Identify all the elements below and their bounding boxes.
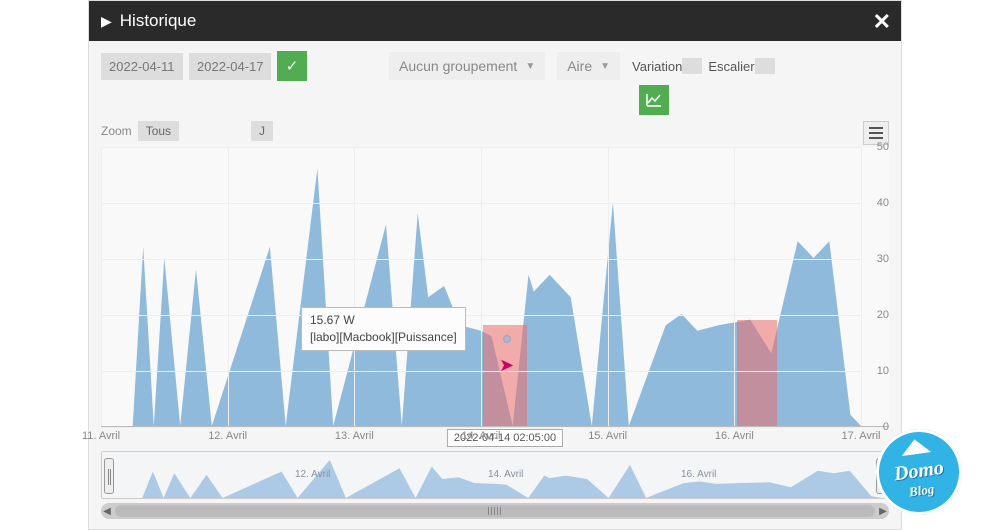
- panel-title: Historique: [120, 11, 197, 31]
- scroll-right-icon[interactable]: ▶: [877, 506, 889, 517]
- main-plot[interactable]: 15.67 W [labo][Macbook][Puissance] ➤ 202…: [101, 147, 889, 427]
- tooltip-series: [labo][Macbook][Puissance]: [310, 329, 457, 346]
- nav-tick: 14. Avril: [488, 469, 523, 480]
- nav-tick: 16. Avril: [681, 469, 716, 480]
- hover-marker: [503, 335, 511, 343]
- cursor-icon: ➤: [499, 355, 514, 376]
- scroll-thumb[interactable]: [115, 505, 875, 517]
- linechart-icon: [646, 93, 662, 107]
- x-tick: 15. Avril: [588, 430, 627, 442]
- navigator[interactable]: 12. Avril 14. Avril 16. Avril: [101, 451, 889, 499]
- horizontal-scrollbar[interactable]: ◀ ▶: [101, 503, 889, 519]
- y-tick: 50: [877, 141, 889, 153]
- date-from-input[interactable]: [101, 53, 183, 80]
- chart-area: Zoom Tous J 15.67 W [labo][Macbook][Puis…: [101, 121, 889, 427]
- panel-header: ▶ Historique ✕: [89, 1, 901, 41]
- navigator-handle-left[interactable]: [104, 458, 114, 494]
- tooltip-value: 15.67 W: [310, 312, 457, 329]
- display-label: Aire: [567, 58, 592, 74]
- y-tick: 30: [877, 253, 889, 265]
- escalier-label: Escalier: [708, 59, 754, 74]
- zoom-label: Zoom: [101, 124, 132, 138]
- caret-down-icon: ▼: [525, 61, 535, 72]
- zoom-all-button[interactable]: Tous: [138, 121, 179, 141]
- x-tick: 13. Avril: [335, 430, 374, 442]
- grouping-select[interactable]: Aucun groupement ▼: [389, 52, 545, 80]
- nav-tick: 12. Avril: [295, 469, 330, 480]
- toolbar: ✓ Aucun groupement ▼ Aire ▼ Variation Es…: [89, 41, 901, 87]
- check-icon: ✓: [286, 57, 299, 75]
- zoom-day-button[interactable]: J: [251, 121, 273, 141]
- y-tick: 40: [877, 197, 889, 209]
- history-panel: ▶ Historique ✕ ✓ Aucun groupement ▼ Aire…: [88, 0, 902, 530]
- close-icon[interactable]: ✕: [873, 9, 891, 35]
- house-icon: [900, 437, 932, 456]
- date-to-input[interactable]: [189, 53, 271, 80]
- x-tick: 17. Avril: [842, 430, 881, 442]
- escalier-toggle[interactable]: [755, 58, 775, 74]
- display-select[interactable]: Aire ▼: [557, 52, 620, 80]
- highlight-region-2: [737, 320, 777, 426]
- y-tick: 0: [883, 421, 889, 433]
- caret-down-icon: ▼: [600, 61, 610, 72]
- variation-label: Variation: [632, 59, 682, 74]
- grouping-label: Aucun groupement: [399, 58, 517, 74]
- chevron-right-icon: ▶: [101, 13, 112, 30]
- variation-toggle[interactable]: [682, 58, 702, 74]
- x-tick: 12. Avril: [208, 430, 247, 442]
- x-tick: 11. Avril: [82, 430, 120, 442]
- scroll-left-icon[interactable]: ◀: [101, 506, 113, 517]
- chart-mode-button[interactable]: [639, 85, 669, 115]
- apply-dates-button[interactable]: ✓: [277, 51, 307, 81]
- y-tick: 20: [877, 309, 889, 321]
- x-tick: 16. Avril: [715, 430, 754, 442]
- x-tick: 14. Avril: [462, 430, 501, 442]
- hover-tooltip: 15.67 W [labo][Macbook][Puissance]: [301, 307, 466, 351]
- y-tick: 10: [877, 365, 889, 377]
